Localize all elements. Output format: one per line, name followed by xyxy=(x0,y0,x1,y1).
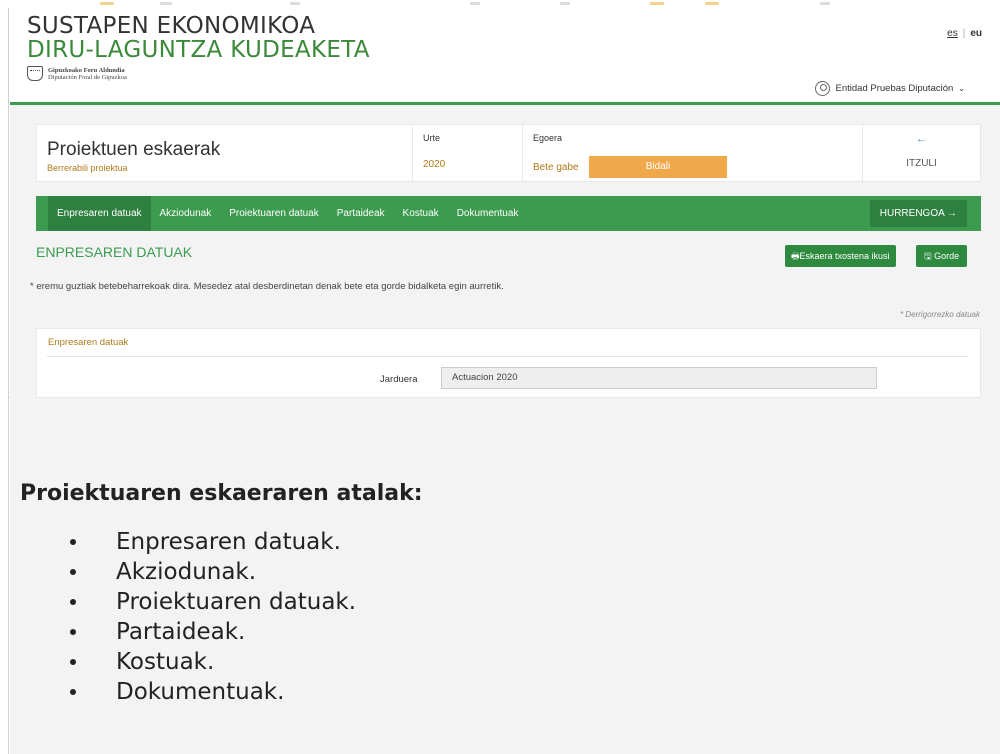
shield-icon xyxy=(27,66,43,81)
doc-section-list: Enpresaren datuak. Akziodunak. Proiektua… xyxy=(69,527,356,707)
tab-partaideak[interactable]: Partaideak xyxy=(328,196,394,231)
year-value: 2020 xyxy=(423,159,446,170)
top-decoration-strip xyxy=(0,0,1000,8)
request-summary: Proiektuen eskaerak Berrerabili proiektu… xyxy=(36,124,981,182)
activity-label: Jarduera xyxy=(380,374,418,385)
panel-title: Enpresaren datuak xyxy=(48,337,129,348)
tab-enpresaren-datuak[interactable]: Enpresaren datuak xyxy=(48,196,151,231)
status-value: Bete gabe xyxy=(533,161,579,173)
tab-akziodunak[interactable]: Akziodunak xyxy=(151,196,221,231)
back-label: ITZULI xyxy=(906,158,937,169)
page-left-border xyxy=(8,398,9,754)
app-brand: SUSTAPEN EKONOMIKOA DIRU-LAGUNTZA KUDEAK… xyxy=(27,14,370,81)
section-tabs: Enpresaren datuak Akziodunak Proiektuare… xyxy=(36,196,981,231)
list-item: Kostuak. xyxy=(69,647,356,677)
year-label: Urte xyxy=(423,133,441,143)
list-item: Partaideak. xyxy=(69,617,356,647)
user-menu[interactable]: Entidad Pruebas Diputación ⌄ xyxy=(814,81,965,96)
org-name-eu: Gipuzkoako Foru Aldundia xyxy=(48,66,125,74)
save-button[interactable]: 🖫 Gorde xyxy=(916,245,968,267)
chevron-down-icon: ⌄ xyxy=(958,84,965,93)
language-switcher: es | eu xyxy=(947,28,982,39)
list-item: Dokumentuak. xyxy=(69,677,356,707)
required-fields-hint: * Derrigorrezko datuak xyxy=(899,310,980,319)
user-name: Entidad Pruebas Diputación xyxy=(835,83,954,94)
view-report-button[interactable]: 🖶Eskaera txostena ikusi xyxy=(785,245,896,267)
org-name-es: Diputación Foral de Gipuzkoa xyxy=(48,73,127,81)
page-title: Proiektuen eskaerak xyxy=(47,139,221,160)
list-item: Proiektuaren datuak. xyxy=(69,587,356,617)
back-button[interactable]: ← ITZULI xyxy=(863,125,980,181)
status-label: Egoera xyxy=(533,133,563,143)
arrow-left-icon: ← xyxy=(916,133,927,145)
doc-heading: Proiektuaren eskaeraren atalak: xyxy=(20,481,423,506)
app-title-line2: DIRU-LAGUNTZA KUDEAKETA xyxy=(27,37,370,63)
reuse-project-link[interactable]: Berrerabili proiektua xyxy=(47,163,402,173)
tab-proiektuaren-datuak[interactable]: Proiektuaren datuak xyxy=(220,196,328,231)
list-item: Enpresaren datuak. xyxy=(69,527,356,557)
lang-es-link[interactable]: es xyxy=(947,28,958,39)
send-button[interactable]: Bidali xyxy=(589,156,727,178)
lang-eu-current[interactable]: eu xyxy=(970,28,982,39)
panel-divider xyxy=(47,356,968,357)
org-logo: Gipuzkoako Foru Aldundia Diputación Fora… xyxy=(27,66,370,81)
section-title: ENPRESAREN DATUAK xyxy=(36,244,193,260)
company-data-panel: Enpresaren datuak Jarduera Actuacion 202… xyxy=(36,328,981,398)
required-note: * eremu guztiak betebeharrekoak dira. Me… xyxy=(30,281,504,292)
tab-dokumentuak[interactable]: Dokumentuak xyxy=(448,196,528,231)
app-title-line1: SUSTAPEN EKONOMIKOA xyxy=(27,13,316,39)
list-item: Akziodunak. xyxy=(69,557,356,587)
activity-field[interactable]: Actuacion 2020 xyxy=(441,367,877,389)
next-button[interactable]: HURRENGOA → xyxy=(869,200,967,227)
tab-kostuak[interactable]: Kostuak xyxy=(394,196,448,231)
user-icon xyxy=(814,81,830,96)
